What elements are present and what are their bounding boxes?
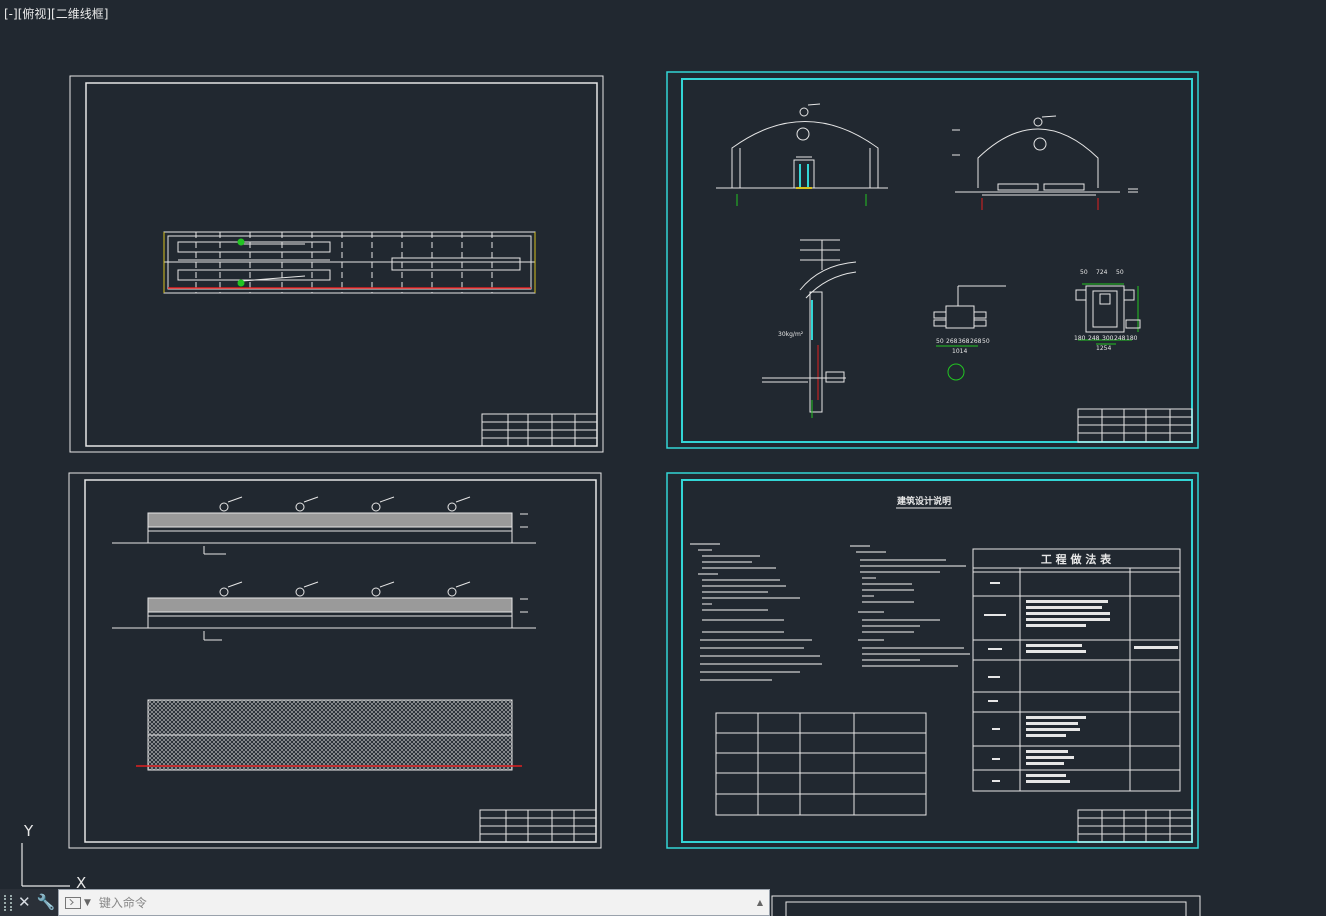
svg-text:248: 248 bbox=[1114, 335, 1126, 342]
design-notes-text bbox=[690, 543, 970, 681]
floor-plan bbox=[163, 231, 536, 294]
door-detail bbox=[933, 285, 1006, 381]
sheet-design-notes[interactable]: 建筑设计说明 工 程 做 法 表 bbox=[666, 472, 1199, 849]
svg-text:724: 724 bbox=[1096, 269, 1108, 276]
section-arch-2 bbox=[952, 115, 1138, 210]
sheet-sections-details[interactable]: 30kg/m² 50 268 368 268 50 1014 50 724 50… bbox=[666, 71, 1199, 449]
wall-detail bbox=[762, 239, 857, 418]
drawing-canvas[interactable]: 30kg/m² 50 268 368 268 50 1014 50 724 50… bbox=[0, 0, 1326, 916]
svg-text:50: 50 bbox=[936, 338, 944, 345]
wrench-icon[interactable]: 🔧 bbox=[37, 889, 56, 916]
practices-table bbox=[972, 548, 1181, 792]
sheet-border bbox=[69, 75, 604, 453]
title-block bbox=[481, 413, 598, 447]
title-block bbox=[1077, 408, 1193, 443]
sheet-floor-plan[interactable] bbox=[69, 75, 604, 453]
svg-text:248: 248 bbox=[1088, 335, 1100, 342]
chevron-down-icon[interactable]: ▼ bbox=[84, 898, 91, 908]
svg-text:1014: 1014 bbox=[952, 348, 967, 355]
ucs-icon bbox=[21, 843, 70, 887]
title-block bbox=[1077, 809, 1193, 843]
svg-text:50: 50 bbox=[1116, 269, 1124, 276]
svg-text:180: 180 bbox=[1074, 335, 1086, 342]
sheet-border bbox=[68, 472, 602, 849]
sheet-frame bbox=[681, 78, 1193, 443]
triangle-up-icon[interactable]: ▲ bbox=[757, 898, 763, 907]
elevation-2 bbox=[112, 581, 536, 641]
load-note: 30kg/m² bbox=[778, 331, 804, 338]
prompt-icon[interactable] bbox=[65, 896, 81, 909]
pit-dimensions: 50 724 50 180 248 300 248 180 1254 bbox=[1074, 269, 1138, 352]
title-block bbox=[479, 809, 597, 843]
command-input-box[interactable]: ▼ ▲ bbox=[58, 889, 770, 916]
close-icon[interactable]: ✕ bbox=[18, 889, 31, 916]
command-input[interactable] bbox=[96, 889, 757, 916]
door-window-table bbox=[715, 712, 927, 816]
svg-text:268: 268 bbox=[970, 338, 982, 345]
svg-text:268: 268 bbox=[946, 338, 958, 345]
grip-handle[interactable] bbox=[4, 894, 12, 911]
svg-text:180: 180 bbox=[1126, 335, 1138, 342]
sheet-border bbox=[666, 71, 1199, 449]
elevation-1 bbox=[112, 496, 536, 555]
sheet-partial-bottom[interactable] bbox=[771, 895, 1201, 916]
svg-text:50: 50 bbox=[982, 338, 990, 345]
section-arch-1 bbox=[716, 103, 888, 206]
command-line[interactable]: ✕ 🔧 ▼ ▲ bbox=[0, 889, 770, 916]
sheet-elevations[interactable] bbox=[68, 472, 602, 849]
sheet-frame bbox=[84, 479, 597, 843]
roof-plan bbox=[136, 699, 522, 771]
svg-text:1254: 1254 bbox=[1096, 345, 1111, 352]
command-line-controls: ✕ 🔧 bbox=[0, 889, 58, 916]
practices-table-content bbox=[984, 582, 1178, 783]
svg-text:368: 368 bbox=[958, 338, 970, 345]
practices-table-title: 工 程 做 法 表 bbox=[1041, 552, 1112, 566]
ucs-y-label: Y bbox=[24, 822, 34, 840]
svg-text:50: 50 bbox=[1080, 269, 1088, 276]
svg-text:300: 300 bbox=[1102, 335, 1114, 342]
design-notes-title: 建筑设计说明 bbox=[897, 495, 951, 507]
